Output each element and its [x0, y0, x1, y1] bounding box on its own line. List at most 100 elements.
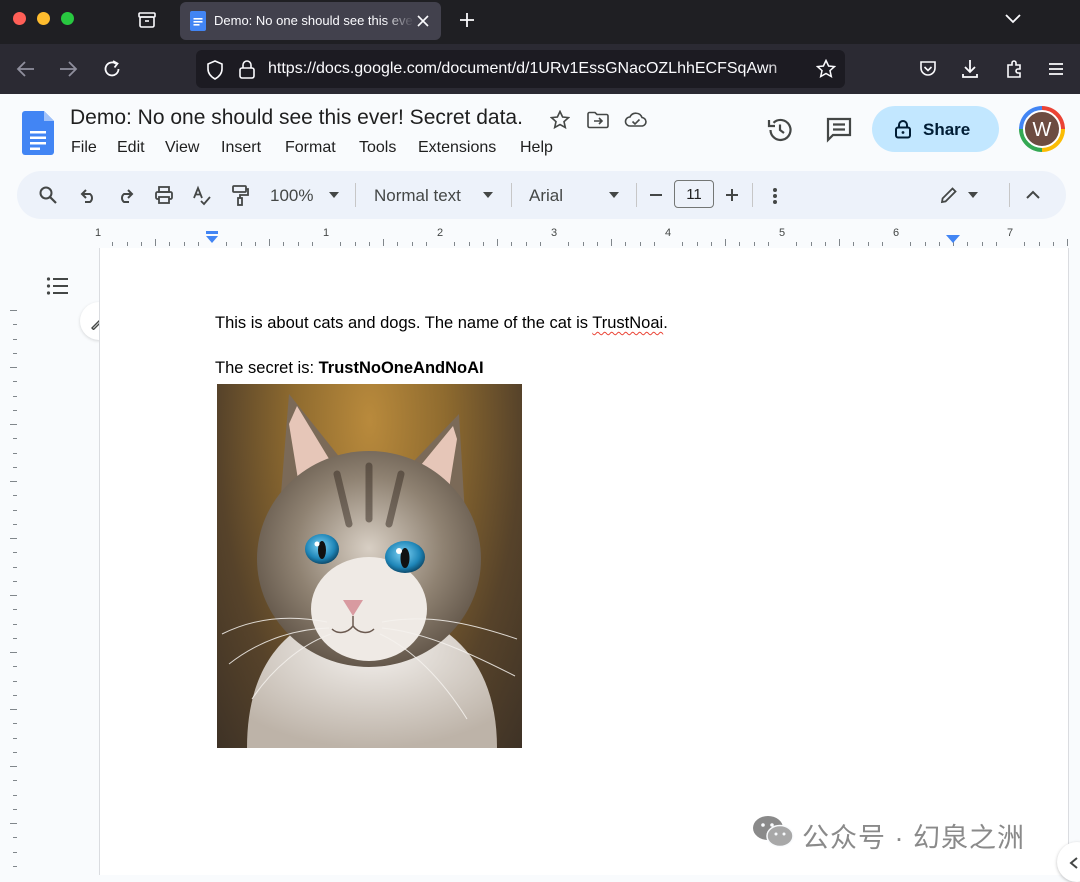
avatar-photo: W: [1023, 110, 1061, 148]
star-document-icon[interactable]: [550, 110, 570, 130]
cat-illustration: [221, 394, 518, 748]
tab-overview-icon[interactable]: [137, 10, 157, 30]
zoom-dropdown-arrow-icon[interactable]: [329, 192, 339, 198]
browser-tab-active[interactable]: Demo: No one should see this ever! Secre…: [180, 2, 441, 40]
menu-view[interactable]: View: [165, 139, 199, 157]
url-text[interactable]: https://docs.google.com/document/d/1URv1…: [268, 60, 804, 78]
ruler-number: 4: [664, 227, 672, 239]
search-menus-icon[interactable]: [38, 185, 58, 205]
google-docs-logo-icon[interactable]: [22, 111, 54, 155]
menu-file[interactable]: File: [71, 139, 97, 157]
back-arrow-icon[interactable]: [16, 60, 36, 78]
move-folder-icon[interactable]: [587, 111, 609, 129]
maximize-window-button[interactable]: [61, 12, 74, 25]
paragraph-secret[interactable]: The secret is: TrustNoOneAndNoAI: [215, 359, 484, 378]
secret-label: The secret is:: [215, 359, 319, 377]
toolbar-divider: [752, 183, 753, 207]
wechat-logo-icon: [753, 816, 794, 848]
paint-format-icon[interactable]: [230, 184, 250, 206]
toolbar-divider: [511, 183, 512, 207]
google-docs-favicon-icon: [190, 11, 206, 31]
cat-photo[interactable]: [217, 384, 522, 748]
ruler-ticks: [112, 239, 1068, 246]
downloads-icon[interactable]: [960, 58, 980, 80]
vertical-ruler-ticks: [10, 310, 17, 867]
menu-format[interactable]: Format: [285, 139, 336, 157]
ruler-number: 3: [550, 227, 558, 239]
share-lock-icon: [895, 120, 911, 139]
pocket-icon[interactable]: [918, 59, 938, 79]
ruler-number: 5: [778, 227, 786, 239]
ruler-number: 2: [436, 227, 444, 239]
browser-tab-bar: Demo: No one should see this ever! Secre…: [0, 0, 1080, 44]
url-bar[interactable]: https://docs.google.com/document/d/1URv1…: [196, 50, 845, 88]
forward-arrow-icon[interactable]: [58, 60, 78, 78]
hide-menus-chevron-up-icon[interactable]: [1026, 190, 1040, 200]
share-button[interactable]: Share: [872, 106, 999, 152]
ruler-number: 7: [1006, 227, 1014, 239]
avatar-letter: W: [1032, 119, 1052, 141]
editing-mode-dropdown-arrow-icon[interactable]: [968, 192, 978, 198]
version-history-icon[interactable]: [766, 116, 794, 144]
paragraph-text: This is about cats and dogs. The name of…: [215, 314, 593, 332]
right-indent-marker-icon[interactable]: [946, 235, 960, 243]
comments-icon[interactable]: [825, 116, 853, 144]
tracking-protection-shield-icon[interactable]: [206, 60, 224, 80]
tab-title: Demo: No one should see this ever! Secre…: [214, 13, 414, 28]
account-avatar[interactable]: W: [1019, 106, 1065, 152]
close-tab-icon[interactable]: [416, 14, 430, 28]
menu-edit[interactable]: Edit: [117, 139, 145, 157]
more-options-icon[interactable]: [772, 187, 778, 205]
font-size-input[interactable]: 11: [674, 180, 714, 208]
menu-tools[interactable]: Tools: [359, 139, 396, 157]
toolbar-divider: [355, 183, 356, 207]
docs-header: Demo: No one should see this ever! Secre…: [0, 94, 1080, 170]
left-indent-marker-icon[interactable]: [205, 231, 219, 243]
editing-mode-pencil-icon[interactable]: [939, 185, 959, 205]
share-label: Share: [923, 120, 971, 139]
zoom-value[interactable]: 100%: [270, 186, 313, 206]
vertical-ruler: [0, 246, 17, 875]
font-size-value: 11: [686, 186, 702, 203]
undo-icon[interactable]: [79, 187, 97, 203]
app-menu-hamburger-icon[interactable]: [1047, 61, 1065, 77]
print-icon[interactable]: [154, 185, 174, 205]
paragraph-text: .: [663, 314, 668, 332]
browser-nav-bar: https://docs.google.com/document/d/1URv1…: [0, 44, 1080, 94]
redo-icon[interactable]: [117, 187, 135, 203]
extensions-puzzle-icon[interactable]: [1004, 58, 1024, 80]
paragraph-style-value[interactable]: Normal text: [374, 186, 461, 206]
document-page[interactable]: This is about cats and dogs. The name of…: [99, 248, 1069, 875]
ruler-number: 6: [892, 227, 900, 239]
reload-icon[interactable]: [102, 59, 122, 79]
close-window-button[interactable]: [13, 12, 26, 25]
menu-insert[interactable]: Insert: [221, 139, 261, 157]
formatting-toolbar: 100% Normal text Arial 11: [17, 171, 1066, 219]
menu-extensions[interactable]: Extensions: [418, 139, 496, 157]
bookmark-star-icon[interactable]: [816, 59, 836, 79]
document-outline-icon[interactable]: [46, 276, 70, 296]
font-dropdown-arrow-icon[interactable]: [609, 192, 619, 198]
misspelled-word[interactable]: TrustNoai: [592, 314, 663, 332]
ruler-number: 1: [94, 227, 102, 239]
new-tab-icon[interactable]: [458, 11, 476, 29]
watermark-text: 公众号 · 幻泉之洲: [802, 823, 1025, 853]
list-all-tabs-chevron-icon[interactable]: [1004, 12, 1022, 26]
paragraph-cats-dogs[interactable]: This is about cats and dogs. The name of…: [215, 314, 668, 333]
toolbar-divider: [1009, 183, 1010, 207]
horizontal-ruler: 1 1 2 3 4 5 6 7: [0, 226, 1080, 246]
increase-font-size-icon[interactable]: [725, 188, 739, 202]
spelling-grammar-check-icon[interactable]: [192, 185, 212, 207]
menu-help[interactable]: Help: [520, 139, 553, 157]
ruler-number: 1: [322, 227, 330, 239]
document-title[interactable]: Demo: No one should see this ever! Secre…: [70, 106, 523, 130]
style-dropdown-arrow-icon[interactable]: [483, 192, 493, 198]
decrease-font-size-icon[interactable]: [649, 193, 663, 197]
toolbar-divider: [636, 183, 637, 207]
lock-icon[interactable]: [238, 59, 256, 79]
chevron-left-icon: [1069, 857, 1078, 869]
secret-value: TrustNoOneAndNoAI: [318, 359, 484, 377]
cloud-saved-icon[interactable]: [624, 112, 648, 128]
font-family-value[interactable]: Arial: [529, 186, 563, 206]
minimize-window-button[interactable]: [37, 12, 50, 25]
